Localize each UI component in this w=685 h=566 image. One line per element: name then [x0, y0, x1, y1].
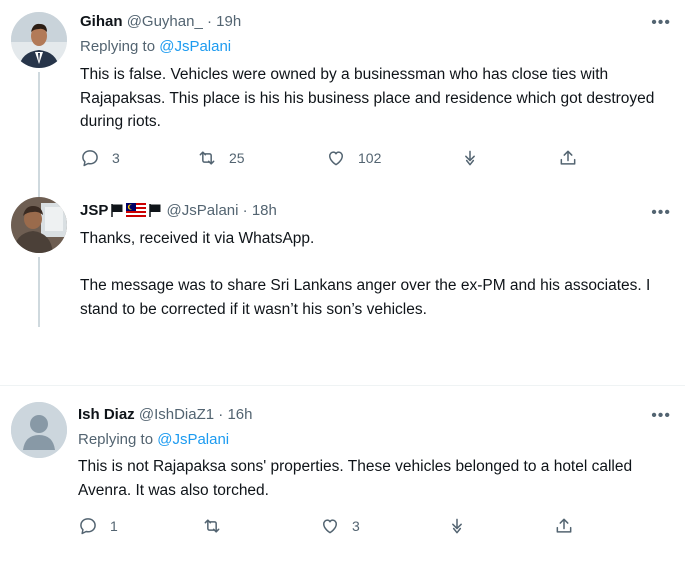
reply-icon	[82, 150, 98, 167]
download-icon	[465, 150, 475, 166]
separator-dot: ·	[242, 202, 248, 219]
retweet-icon	[204, 519, 220, 533]
replying-to-link[interactable]: @JsPalani	[159, 38, 231, 55]
tweet-gihan[interactable]: Gihan @Guyhan_ · 19h ••• Replying to @Js…	[0, 0, 685, 185]
like-count: 102	[358, 150, 382, 166]
replying-to: Replying to @JsPalani	[80, 38, 231, 55]
more-options-icon[interactable]: •••	[651, 408, 671, 424]
separator-dot: ·	[218, 406, 224, 423]
tweet-header: Ish Diaz @IshDiaZ1 · 16h	[78, 406, 252, 423]
retweet-icon	[199, 151, 215, 165]
reply-button[interactable]: 1	[78, 516, 118, 536]
profile-photo	[11, 12, 67, 68]
share-button[interactable]	[558, 148, 578, 168]
user-handle[interactable]: @JsPalani	[167, 202, 239, 219]
heart-icon	[329, 151, 343, 166]
profile-photo	[11, 197, 67, 253]
like-button[interactable]: 3	[320, 516, 360, 536]
heart-icon	[323, 519, 337, 534]
like-button[interactable]: 102	[326, 148, 381, 168]
avatar[interactable]	[11, 197, 67, 253]
tweet-text: This is not Rajapaksa sons' properties. …	[78, 458, 633, 499]
reply-button[interactable]: 3	[80, 148, 120, 168]
action-bar: 1 3	[78, 516, 598, 540]
user-handle[interactable]: @Guyhan_	[127, 13, 203, 30]
replying-to: Replying to @JsPalani	[78, 431, 229, 448]
tweet-text: This is false. Vehicles were owned by a …	[80, 66, 655, 130]
reply-icon	[80, 518, 96, 535]
tweet-text: Thanks, received it via WhatsApp. The me…	[80, 230, 651, 318]
tweet-jsp[interactable]: JSP @JsPalani · 18h ••• Thanks, received…	[0, 185, 685, 385]
malaysia-flag-icon	[126, 203, 147, 221]
replying-to-link[interactable]: @JsPalani	[157, 431, 229, 448]
more-options-icon[interactable]: •••	[651, 15, 671, 31]
avatar[interactable]	[11, 12, 67, 68]
retweet-count: 25	[229, 150, 245, 166]
tweet-header: JSP @JsPalani · 18h	[80, 202, 277, 221]
timestamp[interactable]: 19h	[216, 13, 241, 30]
display-name[interactable]: Ish Diaz	[78, 406, 135, 423]
reply-count: 3	[112, 150, 120, 166]
avatar[interactable]	[11, 402, 67, 458]
retweet-button[interactable]	[202, 516, 234, 536]
separator-dot: ·	[206, 13, 212, 30]
display-name[interactable]: JSP	[80, 202, 108, 219]
share-icon	[556, 518, 572, 533]
tweet-ish-diaz[interactable]: Ish Diaz @IshDiaZ1 · 16h ••• Replying to…	[0, 386, 685, 566]
like-count: 3	[352, 518, 360, 534]
tweet-header: Gihan @Guyhan_ · 19h	[80, 13, 241, 30]
black-flag-icon	[110, 203, 124, 221]
user-handle[interactable]: @IshDiaZ1	[139, 406, 214, 423]
display-name[interactable]: Gihan	[80, 13, 123, 30]
reply-count: 1	[110, 518, 118, 534]
replying-prefix: Replying to	[80, 38, 156, 55]
share-button[interactable]	[554, 516, 574, 536]
black-flag-icon	[148, 203, 162, 221]
more-options-icon[interactable]: •••	[651, 205, 671, 221]
action-bar: 3 25 102	[80, 148, 600, 172]
thread-line	[38, 257, 40, 327]
thread-line	[38, 72, 40, 185]
timestamp[interactable]: 18h	[252, 202, 277, 219]
replying-prefix: Replying to	[78, 431, 154, 448]
share-icon	[560, 150, 576, 165]
default-avatar-icon	[11, 402, 67, 458]
download-button[interactable]	[460, 148, 480, 168]
download-button[interactable]	[447, 516, 467, 536]
download-icon	[452, 518, 462, 534]
retweet-button[interactable]: 25	[197, 148, 245, 168]
timestamp[interactable]: 16h	[227, 406, 252, 423]
